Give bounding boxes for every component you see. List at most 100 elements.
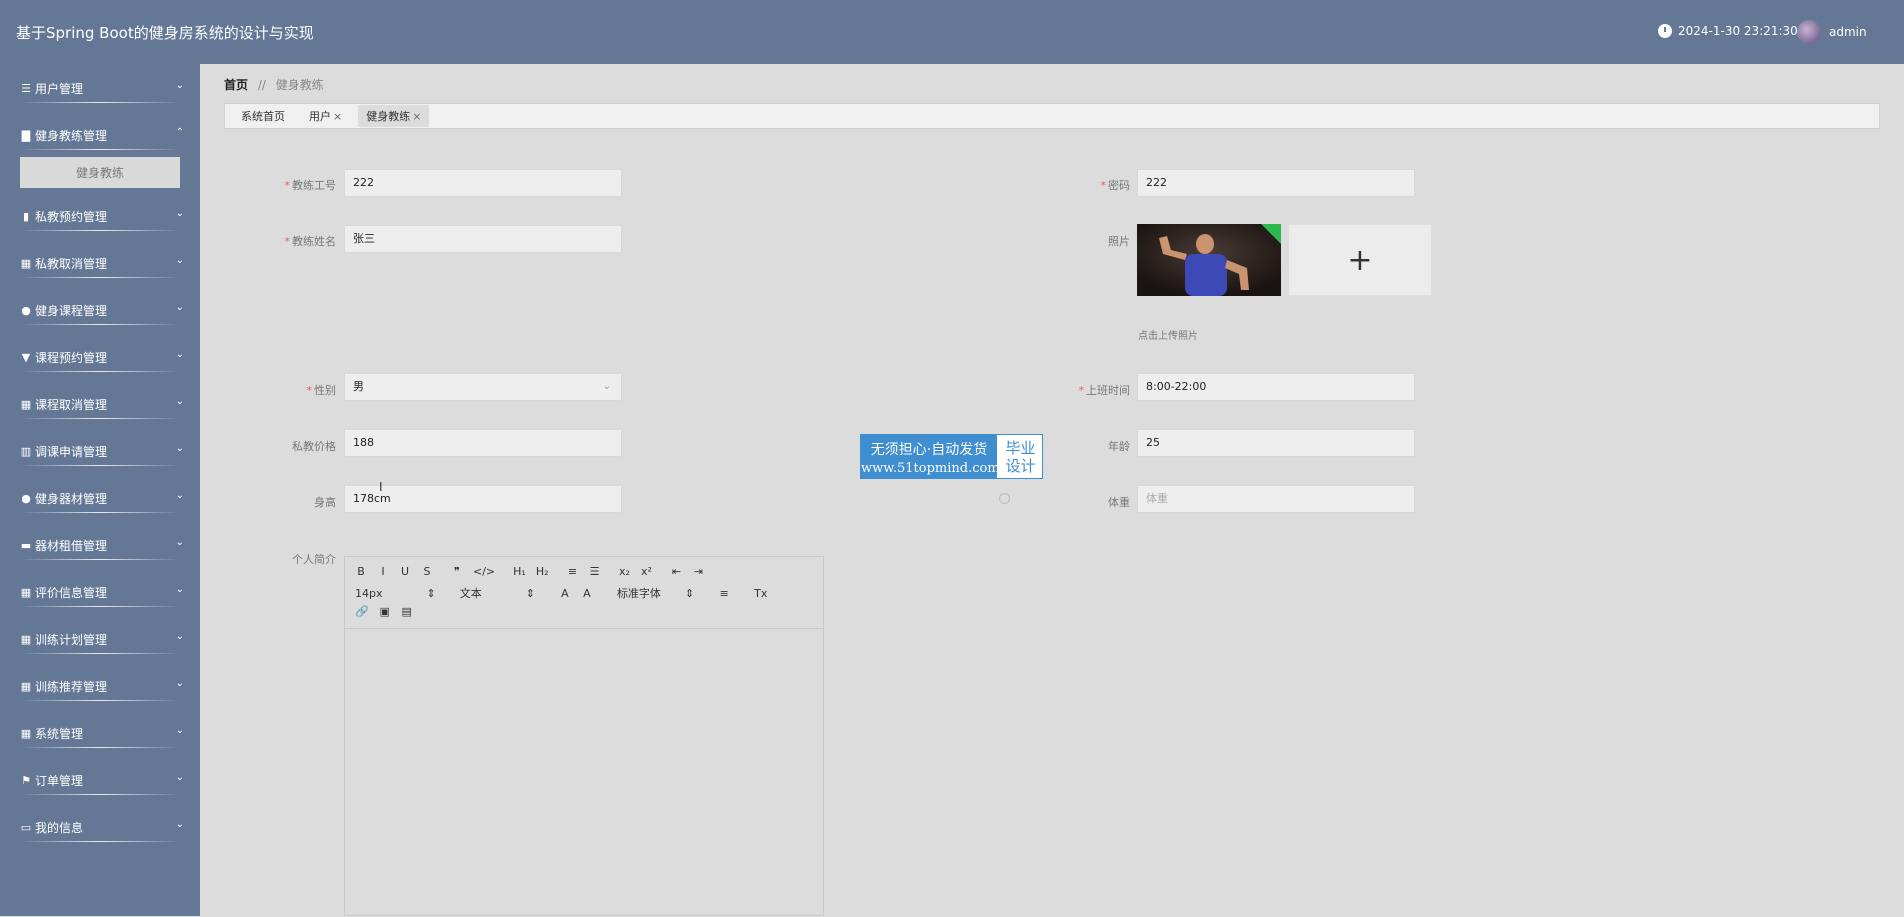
grid-icon: ▦: [20, 727, 32, 740]
sidebar-item[interactable]: ▮ 私教预约管理 ⌄: [0, 192, 200, 239]
font-color-icon[interactable]: A: [559, 587, 571, 600]
height-input[interactable]: 178cm: [344, 485, 622, 513]
chevron-down-icon: ⌄: [602, 381, 611, 392]
bold-icon[interactable]: B: [355, 565, 367, 578]
username[interactable]: admin: [1829, 25, 1867, 39]
editor-content[interactable]: [345, 629, 823, 917]
coach-no-input[interactable]: 222: [344, 169, 622, 197]
sidebar: ☰ 用户管理 ⌄ ▇ 健身教练管理 ⌃ 健身教练 ▮ 私教预约管理 ⌄ ▦ 私教取消管理 ⌄ ● 健身课程管…: [0, 64, 200, 916]
menu-divider: [20, 230, 180, 231]
breadcrumb-current: 健身教练: [275, 78, 324, 92]
weight-input[interactable]: 体重: [1137, 485, 1415, 513]
user-icon: ●: [21, 492, 31, 505]
link-icon[interactable]: 🔗: [355, 605, 369, 618]
upload-photo-button[interactable]: +: [1288, 224, 1432, 296]
sidebar-item[interactable]: ● 健身课程管理 ⌄: [0, 286, 200, 333]
bio-editor[interactable]: B I U S ❞ </> H₁ H₂ ≡ ☰ x₂ x² ⇤ ⇥ 14px ⇕ 文本 ⇕ A A 标准字体 ⇕…: [344, 556, 824, 916]
strike-icon[interactable]: S: [421, 565, 433, 578]
sidebar-item-label: 评价信息管理: [35, 586, 108, 600]
password-label: * 密码: [1100, 179, 1131, 192]
password-input[interactable]: 222: [1137, 169, 1415, 197]
gender-select[interactable]: 男 ⌄: [344, 373, 622, 401]
menu-divider: [20, 747, 180, 748]
sidebar-item[interactable]: ▇ 健身教练管理 ⌃: [0, 111, 200, 158]
h1-icon[interactable]: H₁: [513, 565, 526, 578]
sidebar-item-label: 私教预约管理: [35, 210, 108, 224]
sidebar-item[interactable]: ▦ 课程取消管理 ⌄: [0, 380, 200, 427]
image-icon[interactable]: ▣: [379, 605, 391, 618]
breadcrumb-home[interactable]: 首页: [224, 78, 248, 92]
background-color-icon[interactable]: A: [581, 587, 593, 600]
work-time-input[interactable]: 8:00-22:00: [1137, 373, 1415, 401]
close-icon[interactable]: ×: [333, 110, 342, 123]
sidebar-item[interactable]: ▦ 私教取消管理 ⌄: [0, 239, 200, 286]
sidebar-item-label: 健身器材管理: [35, 492, 108, 506]
menu-divider: [20, 653, 180, 654]
close-icon[interactable]: ×: [412, 110, 421, 123]
age-input[interactable]: 25: [1137, 429, 1415, 457]
outdent-icon[interactable]: ⇤: [671, 565, 683, 578]
sidebar-item[interactable]: ▥ 调课申请管理 ⌄: [0, 427, 200, 474]
sidebar-item[interactable]: ▦ 训练推荐管理 ⌄: [0, 662, 200, 709]
blockquote-icon[interactable]: ❞: [451, 565, 463, 578]
bullet-list-icon[interactable]: ☰: [589, 565, 601, 578]
font-size-select[interactable]: 14px ⇕: [355, 587, 436, 600]
superscript-icon[interactable]: x²: [641, 565, 653, 578]
chevron-icon: ⌄: [175, 349, 184, 360]
table-icon: ▦: [20, 398, 32, 411]
watermark-right2: 设计: [1005, 457, 1036, 475]
ordered-list-icon[interactable]: ≡: [567, 565, 579, 578]
subscript-icon[interactable]: x₂: [619, 565, 631, 578]
sidebar-item-label: 训练推荐管理: [35, 680, 108, 694]
sidebar-item[interactable]: ▦ 系统管理 ⌄: [0, 709, 200, 756]
sidebar-item[interactable]: ▼ 课程预约管理 ⌄: [0, 333, 200, 380]
user-menu[interactable]: admin: [1797, 20, 1867, 44]
tab-user[interactable]: 用户 ×: [301, 105, 350, 127]
upload-tip: 点击上传照片: [1138, 331, 1198, 342]
video-icon[interactable]: ▤: [401, 605, 413, 618]
height-label: 身高: [314, 496, 336, 509]
sidebar-item[interactable]: ⚑ 订单管理 ⌄: [0, 756, 200, 803]
sidebar-item[interactable]: ▦ 评价信息管理 ⌄: [0, 568, 200, 615]
sidebar-item[interactable]: ☰ 用户管理 ⌄: [0, 64, 200, 111]
h2-icon[interactable]: H₂: [536, 565, 549, 578]
text-type-select[interactable]: 文本 ⇕: [460, 585, 535, 601]
chevron-icon: ⌄: [175, 80, 184, 91]
sidebar-item[interactable]: ▦ 训练计划管理 ⌄: [0, 615, 200, 662]
menu-divider: [20, 794, 180, 795]
work-time-label: * 上班时间: [1078, 384, 1131, 397]
sidebar-item-label: 调课申请管理: [35, 445, 108, 459]
editor-toolbar: B I U S ❞ </> H₁ H₂ ≡ ☰ x₂ x² ⇤ ⇥ 14px ⇕ 文本 ⇕ A A 标准字体 ⇕…: [345, 557, 823, 629]
tab-home[interactable]: 系统首页: [233, 105, 293, 127]
small-circle-icon: [999, 493, 1010, 504]
italic-icon[interactable]: I: [377, 565, 389, 578]
chevron-icon: ⌄: [175, 208, 184, 219]
sidebar-item[interactable]: ▬ 器材租借管理 ⌄: [0, 521, 200, 568]
coach-name-input[interactable]: 张三: [344, 225, 622, 253]
align-icon[interactable]: ≡: [718, 587, 730, 600]
clear-format-icon[interactable]: Tx: [754, 587, 767, 600]
underline-icon[interactable]: U: [399, 565, 411, 578]
sidebar-item-label: 器材租借管理: [35, 539, 108, 553]
sidebar-item-label: 用户管理: [35, 82, 84, 96]
tab-coach[interactable]: 健身教练 ×: [358, 105, 430, 127]
top-bar: 基于Spring Boot的健身房系统的设计与实现 2024-1-30 23:2…: [0, 0, 1904, 64]
breadcrumb: 首页 // 健身教练: [224, 76, 324, 93]
menu-divider: [20, 324, 180, 325]
sidebar-item[interactable]: ▭ 我的信息 ⌄: [0, 803, 200, 850]
sidebar-item-label: 健身教练管理: [35, 129, 108, 143]
font-family-select[interactable]: 标准字体 ⇕: [617, 585, 694, 601]
photo-image: [1137, 224, 1281, 296]
avatar[interactable]: [1797, 20, 1821, 44]
sidebar-item-label: 课程取消管理: [35, 398, 108, 412]
sidebar-subitem[interactable]: 健身教练: [20, 157, 180, 188]
indent-icon[interactable]: ⇥: [693, 565, 705, 578]
menu-divider: [20, 512, 180, 513]
chevron-icon: ⌄: [175, 302, 184, 313]
menu-divider: [20, 465, 180, 466]
price-input[interactable]: 188: [344, 429, 622, 457]
coach-photo[interactable]: [1137, 224, 1281, 296]
sidebar-item[interactable]: ● 健身器材管理 ⌄: [0, 474, 200, 521]
code-icon[interactable]: </>: [473, 565, 495, 578]
menu-divider: [20, 841, 180, 842]
